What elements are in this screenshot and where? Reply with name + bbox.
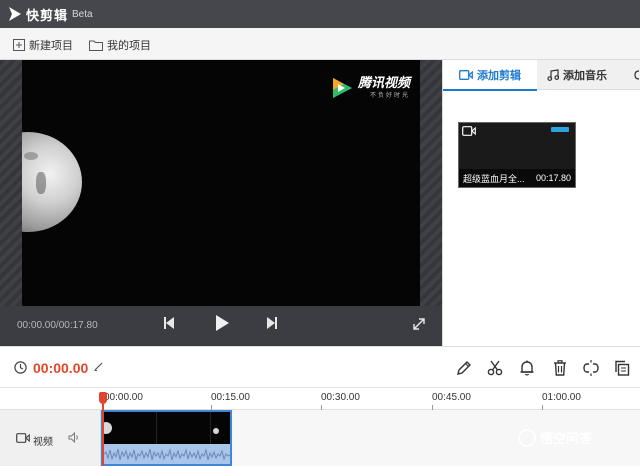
watermark-title: 腾讯视频: [358, 75, 411, 90]
next-frame-button[interactable]: [266, 316, 278, 330]
app-window: 快剪辑 Beta 新建项目 我的项目 腾讯视频 不负好时光 00:00.00/0…: [0, 0, 640, 466]
tencent-video-watermark: 腾讯视频 不负好时光: [330, 76, 410, 99]
new-project-label: 新建项目: [29, 40, 73, 52]
playhead-handle[interactable]: [99, 392, 107, 404]
tab-add-clip[interactable]: 添加剪辑: [443, 60, 537, 91]
clip-info: 超级蓝血月全... 00:17.80: [459, 169, 575, 187]
ruler-label: 00:30.00: [321, 392, 360, 403]
clip-thumbnail: [157, 412, 211, 444]
ruler-label: 01:00.00: [542, 392, 581, 403]
video-preview-area: 腾讯视频 不负好时光 00:00.00/00:17.80: [0, 60, 442, 346]
playhead-line: [102, 395, 104, 466]
previous-frame-button[interactable]: [163, 316, 175, 330]
trash-icon[interactable]: [551, 359, 569, 377]
my-projects-button[interactable]: 我的项目: [89, 37, 151, 53]
edit-toolbar: 00:00.00: [0, 346, 640, 388]
preview-border-right: [420, 60, 442, 306]
video-track-label: 视频: [33, 437, 53, 448]
media-clip-card[interactable]: 超级蓝血月全... 00:17.80: [458, 122, 576, 188]
clip-thumbnail: [211, 412, 230, 444]
clock-icon: [14, 361, 27, 374]
clip-watermark-icon: [551, 127, 569, 132]
playback-controls: 00:00.00/00:17.80: [0, 306, 442, 346]
tab-add-clip-label: 添加剪辑: [477, 69, 521, 82]
watermark-slogan: 不负好时光: [370, 93, 411, 99]
moon-image: [22, 132, 82, 232]
video-track-header: 视频: [0, 410, 101, 466]
corner-watermark-text: 悟空问答: [540, 431, 593, 446]
app-beta-tag: Beta: [72, 9, 93, 20]
new-project-button[interactable]: 新建项目: [13, 37, 73, 53]
plus-square-icon: [13, 39, 25, 51]
fullscreen-button[interactable]: [412, 317, 426, 331]
scissors-icon[interactable]: [486, 359, 504, 377]
current-time: 00:00.00: [33, 360, 89, 376]
playback-timecode: 00:00.00/00:17.80: [17, 320, 98, 331]
pen-edit-icon[interactable]: [455, 359, 473, 377]
ruler-label: 00:00.00: [104, 392, 143, 403]
video-camera-icon: [16, 433, 30, 443]
music-note-icon: [547, 69, 559, 81]
unlink-icon[interactable]: [582, 359, 600, 377]
video-camera-icon: [462, 126, 476, 136]
clip-duration: 00:17.80: [535, 173, 571, 183]
title-bar: 快剪辑 Beta: [0, 0, 640, 28]
timeline-clip[interactable]: [101, 410, 232, 466]
clip-thumbnail: [103, 412, 157, 444]
tab-more[interactable]: [633, 60, 640, 90]
bell-icon[interactable]: [518, 359, 536, 377]
audio-waveform: [103, 444, 230, 464]
corner-watermark: 悟空问答: [518, 428, 592, 447]
play-button[interactable]: [214, 314, 230, 332]
folder-icon: [89, 40, 103, 51]
app-name: 快剪辑: [26, 8, 69, 23]
video-camera-icon: [459, 69, 473, 80]
tab-add-music[interactable]: 添加音乐: [547, 60, 607, 90]
media-panel: 添加剪辑 添加音乐 超级蓝血月全... 00:17.80: [442, 60, 640, 346]
wukong-logo-icon: [518, 428, 536, 447]
edit-time-icon[interactable]: [94, 362, 103, 371]
timeline-ruler[interactable]: 00:00.00 00:15.00 00:30.00 00:45.00 01:0…: [0, 388, 640, 410]
speaker-icon[interactable]: [68, 432, 80, 443]
ruler-label: 00:45.00: [432, 392, 471, 403]
clip-title: 超级蓝血月全...: [463, 173, 525, 184]
app-logo-icon: [9, 7, 21, 21]
copy-icon[interactable]: [613, 359, 631, 377]
my-projects-label: 我的项目: [107, 40, 151, 52]
video-frame[interactable]: 腾讯视频 不负好时光: [22, 60, 420, 306]
ruler-label: 00:15.00: [211, 392, 250, 403]
media-tabs: 添加剪辑 添加音乐: [443, 60, 640, 91]
link-icon: [634, 70, 640, 80]
preview-border-left: [0, 60, 22, 306]
tab-add-music-label: 添加音乐: [563, 70, 607, 82]
tencent-video-logo-icon: [333, 77, 352, 98]
main-toolbar: 新建项目 我的项目: [0, 28, 640, 60]
